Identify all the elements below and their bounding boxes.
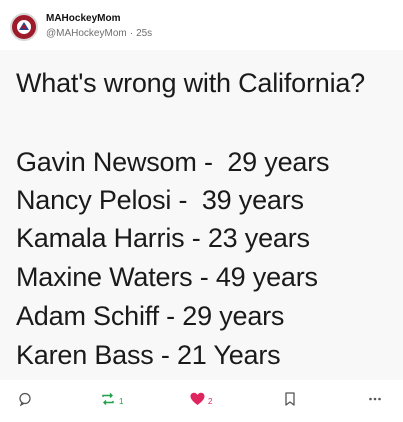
repost-button[interactable]: 1 xyxy=(100,388,123,414)
avatar[interactable] xyxy=(10,13,38,41)
author-info: MAHockeyMom @MAHockeyMom · 25s xyxy=(46,13,152,41)
image-heading: What's wrong with California? xyxy=(16,68,365,98)
image-text-line: Kamala Harris - 23 years xyxy=(16,223,310,253)
more-icon xyxy=(368,392,382,411)
post-actions: 1 2 xyxy=(0,388,403,414)
image-text-line: Gavin Newsom - 29 years xyxy=(16,147,330,177)
image-text-line: Nancy Pelosi - 39 years xyxy=(16,185,304,215)
reply-button[interactable] xyxy=(18,388,32,414)
display-name[interactable]: MAHockeyMom xyxy=(46,13,152,25)
reply-icon xyxy=(18,392,32,411)
more-options-button[interactable] xyxy=(368,388,382,414)
post-header: MAHockeyMom @MAHockeyMom · 25s xyxy=(10,12,152,42)
timestamp[interactable]: 25s xyxy=(136,28,152,39)
heart-icon xyxy=(190,392,205,411)
bookmark-icon xyxy=(284,391,296,411)
image-text-line: Karen Bass - 21 Years xyxy=(16,340,281,370)
like-count: 2 xyxy=(208,396,213,406)
repost-icon xyxy=(100,392,116,411)
image-text-line: Adam Schiff - 29 years xyxy=(16,301,285,331)
like-button[interactable]: 2 xyxy=(190,388,212,414)
image-text-line: Maxine Waters - 49 years xyxy=(16,262,318,292)
post-meta: @MAHockeyMom · 25s xyxy=(46,27,152,41)
avatar-logo-icon xyxy=(14,17,34,37)
post-image[interactable]: What's wrong with California? Gavin News… xyxy=(0,50,403,380)
repost-count: 1 xyxy=(119,396,124,406)
handle[interactable]: @MAHockeyMom xyxy=(46,28,127,39)
bookmark-button[interactable] xyxy=(284,388,296,414)
meta-separator: · xyxy=(129,28,134,39)
